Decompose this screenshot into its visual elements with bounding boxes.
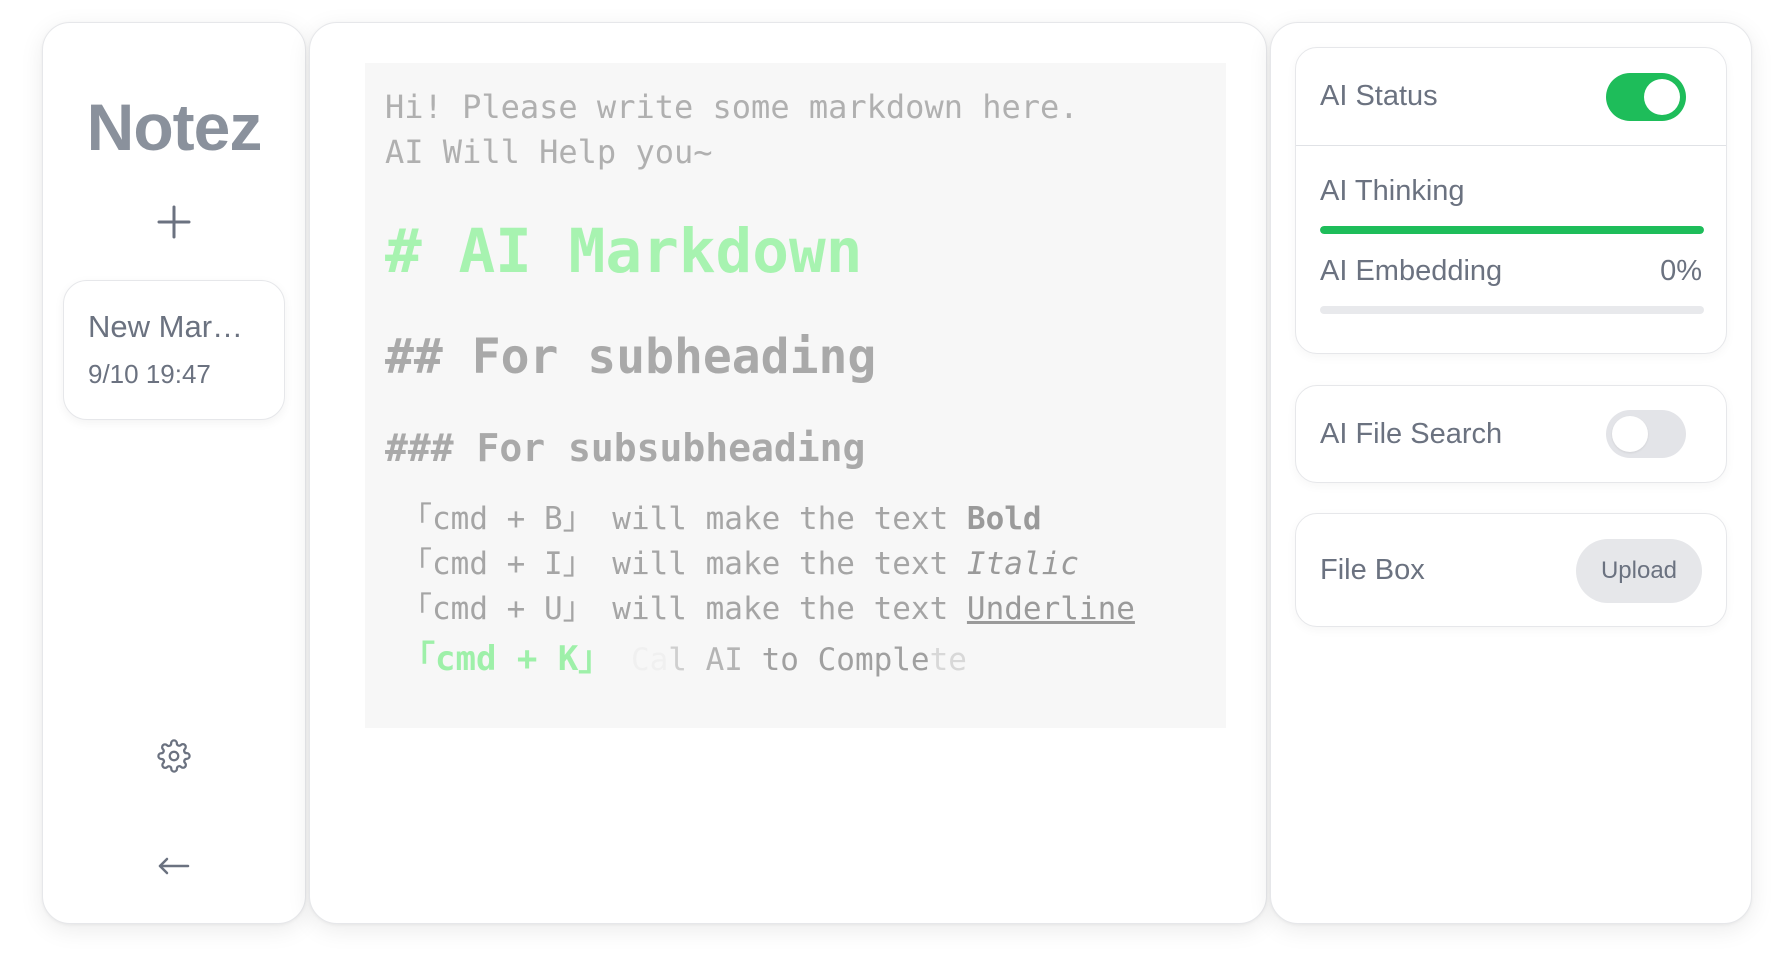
plus-icon — [157, 205, 191, 239]
tip-bold: 「cmd + B」 will make the text Bold — [401, 497, 1206, 542]
settings-button[interactable] — [149, 731, 199, 781]
ai-embedding-progress — [1320, 306, 1704, 314]
heading-1-example: # AI Markdown — [385, 216, 863, 287]
tip-underline-styled: Underline — [966, 591, 1135, 627]
ai-embedding-label: AI Embedding — [1320, 255, 1503, 287]
ai-embedding-percent: 0% — [1660, 255, 1702, 287]
ai-file-search-toggle[interactable] — [1606, 410, 1686, 458]
ai-status-label: AI Status — [1320, 80, 1438, 112]
sidebar: Notez New Mar… 9/10 19:47 — [42, 22, 306, 924]
toggle-knob — [1612, 416, 1648, 452]
placeholder-line-2: AI Will Help you~ — [385, 133, 713, 171]
tip-italic-text: 「cmd + I」 will make the text — [401, 546, 967, 582]
ai-file-search-label: AI File Search — [1320, 418, 1503, 450]
file-box-label: File Box — [1320, 554, 1425, 586]
tip-ai-seg2: a — [649, 642, 669, 678]
tip-ai-seg1: C — [612, 642, 650, 678]
ai-thinking-progress-fill — [1320, 226, 1704, 234]
heading-2-example: ## For subheading — [385, 329, 877, 385]
ai-thinking-label: AI Thinking — [1320, 175, 1465, 207]
add-note-button[interactable] — [149, 197, 199, 247]
arrow-left-icon — [158, 857, 190, 875]
ai-thinking-progress — [1320, 226, 1704, 234]
tip-ai-seg4: AI — [686, 642, 762, 678]
ai-status-row: AI Status — [1296, 48, 1726, 146]
note-date: 9/10 19:47 — [88, 359, 211, 389]
gear-icon — [157, 739, 191, 773]
tip-ai-seg5: to Comple — [761, 642, 930, 678]
heading-3-example: ### For subsubheading — [385, 426, 866, 470]
tip-bold-text: 「cmd + B」 will make the text — [401, 501, 967, 537]
file-box-card: File Box Upload — [1295, 513, 1727, 627]
editor-panel: Hi! Please write some markdown here. AI … — [309, 22, 1267, 924]
tip-underline: 「cmd + U」 will make the text Underline — [401, 587, 1206, 632]
ai-status-card: AI Status AI Thinking AI Embedding 0% — [1295, 47, 1727, 354]
tip-ai-seg6: te — [929, 642, 967, 678]
placeholder-line-1: Hi! Please write some markdown here. — [385, 88, 1079, 126]
toggle-knob — [1644, 79, 1680, 115]
app-logo: Notez — [86, 90, 263, 164]
note-list-item[interactable]: New Mar… 9/10 19:47 — [63, 280, 285, 420]
tip-ai-key: 「cmd + K」 — [401, 639, 613, 679]
tip-underline-text: 「cmd + U」 will make the text — [401, 591, 967, 627]
tip-italic-styled: Italic — [966, 546, 1079, 582]
ai-file-search-card: AI File Search — [1295, 385, 1727, 483]
upload-button[interactable]: Upload — [1576, 539, 1702, 603]
shortcut-tips: 「cmd + B」 will make the text Bold 「cmd +… — [385, 497, 1206, 685]
note-title: New Mar… — [88, 309, 244, 344]
tip-ai-complete: 「cmd + K」 Cal AI to Complete — [401, 634, 1206, 685]
tip-bold-styled: Bold — [966, 501, 1042, 537]
ai-status-toggle[interactable] — [1606, 73, 1686, 121]
markdown-editor[interactable]: Hi! Please write some markdown here. AI … — [365, 63, 1226, 728]
tip-ai-seg3: l — [668, 642, 687, 678]
ai-panel: AI Status AI Thinking AI Embedding 0% AI… — [1270, 22, 1752, 924]
tip-italic: 「cmd + I」 will make the text Italic — [401, 542, 1206, 587]
back-button[interactable] — [149, 841, 199, 891]
